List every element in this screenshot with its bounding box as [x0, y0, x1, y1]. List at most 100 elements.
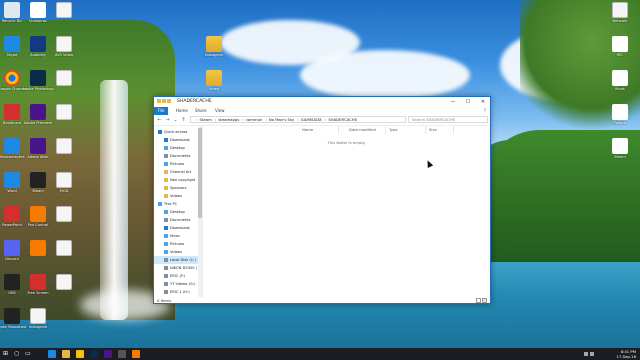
nav-scrollbar-thumb[interactable]: [198, 128, 202, 218]
desktop-icon[interactable]: [40, 138, 88, 155]
nav-item[interactable]: Channel Art: [154, 168, 202, 176]
nav-item[interactable]: Music: [154, 232, 202, 240]
desktop-icon[interactable]: [40, 2, 88, 19]
search-button[interactable]: ○: [14, 348, 19, 360]
column-header-date-modified[interactable]: Date modified: [346, 126, 386, 134]
nav-item[interactable]: Sponsors: [154, 184, 202, 192]
forward-button[interactable]: →: [164, 116, 171, 124]
videos-icon: [164, 250, 168, 254]
nav-item[interactable]: This PC: [154, 200, 202, 208]
nav-item-label: Non copyright: [170, 178, 196, 182]
clock[interactable]: 8:41 PM 17-Sep-16: [616, 349, 636, 359]
breadcrumb-separator-icon[interactable]: ›: [297, 117, 299, 122]
nav-item[interactable]: Non copyright: [154, 176, 202, 184]
nav-item[interactable]: ERIC (F:): [154, 272, 202, 280]
breadcrumb-item[interactable]: common: [246, 117, 263, 122]
file-list[interactable]: Name Date modified Type Size This folder…: [203, 126, 490, 297]
desktop-icon[interactable]: [40, 104, 88, 121]
nav-item[interactable]: NIKON D5300 (: [154, 264, 202, 272]
chrome-icon[interactable]: [76, 350, 84, 358]
properties-icon[interactable]: [162, 99, 166, 103]
volume-icon[interactable]: [590, 352, 594, 356]
document-icon: [56, 206, 72, 222]
waterfall: [100, 80, 128, 320]
breadcrumb-item[interactable]: steamapps: [218, 117, 239, 122]
desktop-icon[interactable]: Fallout: [596, 104, 640, 125]
tab-share[interactable]: Share: [191, 107, 211, 115]
breadcrumb-item[interactable]: SHADERCACHE: [328, 117, 357, 122]
back-button[interactable]: ←: [156, 116, 163, 124]
folder-icon: [164, 186, 168, 190]
search-box[interactable]: Search SHADERCACHE: [408, 116, 488, 123]
desktop-icon[interactable]: [40, 206, 88, 223]
details-view-button[interactable]: [476, 298, 481, 303]
minimize-button[interactable]: —: [446, 97, 460, 107]
file-explorer-window[interactable]: SHADERCACHE — ☐ ✕ File Home Share View ?…: [153, 96, 491, 304]
nav-item[interactable]: YT Videos (G:): [154, 280, 202, 288]
breadcrumb-separator-icon[interactable]: ›: [196, 117, 198, 122]
nav-item[interactable]: Documents: [154, 216, 202, 224]
breadcrumb-separator-icon[interactable]: ›: [242, 117, 244, 122]
up-button[interactable]: ↑: [180, 116, 187, 124]
desktop-icon[interactable]: Instagram: [190, 36, 238, 57]
nav-item[interactable]: Local Disk (C:): [154, 256, 202, 264]
desktop-icon-label: Adobe Premiere: [23, 121, 53, 125]
desktop-icon[interactable]: MOD: [40, 172, 88, 193]
nav-item[interactable]: Pictures⊥: [154, 160, 202, 168]
column-header-size[interactable]: Size: [426, 126, 454, 134]
nav-item[interactable]: Quick access: [154, 128, 202, 136]
desktop-icon[interactable]: [40, 70, 88, 87]
breadcrumb-separator-icon[interactable]: ›: [265, 117, 267, 122]
nav-item[interactable]: Downloads⊥: [154, 136, 202, 144]
desktop-icon[interactable]: IRC: [596, 36, 640, 57]
large-icons-view-button[interactable]: [482, 298, 487, 303]
desktop-icon[interactable]: Video: [190, 70, 238, 91]
nav-item-label: Channel Art: [170, 170, 192, 174]
new-folder-icon[interactable]: [167, 99, 171, 103]
desktop-icon[interactable]: [40, 274, 88, 291]
desktop-icon[interactable]: Instagram: [14, 308, 62, 329]
quick-access-toolbar[interactable]: [157, 99, 175, 105]
tab-file[interactable]: File: [154, 107, 168, 115]
breadcrumb-separator-icon[interactable]: ›: [325, 117, 327, 122]
nav-item[interactable]: ERIC 1 (H:): [154, 288, 202, 296]
nav-item[interactable]: Pictures: [154, 240, 202, 248]
nav-item[interactable]: Documents⊥: [154, 152, 202, 160]
desktop-icon[interactable]: Mods: [596, 70, 640, 91]
recent-locations-button[interactable]: ⌄: [172, 116, 179, 124]
document-icon: [56, 240, 72, 256]
tab-view[interactable]: View: [211, 107, 229, 115]
desktop-icon[interactable]: Network: [596, 2, 640, 23]
file-explorer-icon[interactable]: [62, 350, 70, 358]
desktop-icon[interactable]: [40, 240, 88, 257]
breadcrumb-item[interactable]: GAMEDATA: [301, 117, 322, 122]
breadcrumb-item[interactable]: No Man's Sky: [269, 117, 294, 122]
photoshop-icon[interactable]: [90, 350, 98, 358]
desktop-icon[interactable]: AVS Video: [40, 36, 88, 57]
close-button[interactable]: ✕: [476, 97, 490, 107]
nav-item-label: YT Videos (G:): [170, 282, 196, 286]
app-icon[interactable]: [132, 350, 140, 358]
premiere-icon[interactable]: [104, 350, 112, 358]
maximize-button[interactable]: ☐: [461, 97, 475, 107]
start-button[interactable]: ⊞: [3, 348, 8, 360]
nav-item[interactable]: Downloads: [154, 224, 202, 232]
nav-item[interactable]: Desktop: [154, 208, 202, 216]
nav-item[interactable]: Videos: [154, 248, 202, 256]
tab-home[interactable]: Home: [172, 107, 192, 115]
breadcrumb-separator-icon[interactable]: ›: [215, 117, 217, 122]
nav-item[interactable]: Videos: [154, 192, 202, 200]
column-header-name[interactable]: Name: [299, 126, 339, 134]
edge-icon[interactable]: [48, 350, 56, 358]
title-bar[interactable]: SHADERCACHE — ☐ ✕: [154, 97, 490, 107]
address-bar[interactable]: › Steam › steamapps › common › No Man's Sky › GAM…: [190, 116, 406, 123]
steam-icon[interactable]: [118, 350, 126, 358]
help-icon[interactable]: ?: [484, 108, 486, 113]
nav-item[interactable]: Desktop⊥: [154, 144, 202, 152]
network-icon[interactable]: [584, 352, 588, 356]
column-header-type[interactable]: Type: [386, 126, 426, 134]
breadcrumb-item[interactable]: Steam: [200, 117, 212, 122]
task-view-button[interactable]: ▭: [25, 348, 31, 360]
desktop-icon[interactable]: Steam: [596, 138, 640, 159]
nav-item-label: Pictures: [170, 242, 185, 246]
